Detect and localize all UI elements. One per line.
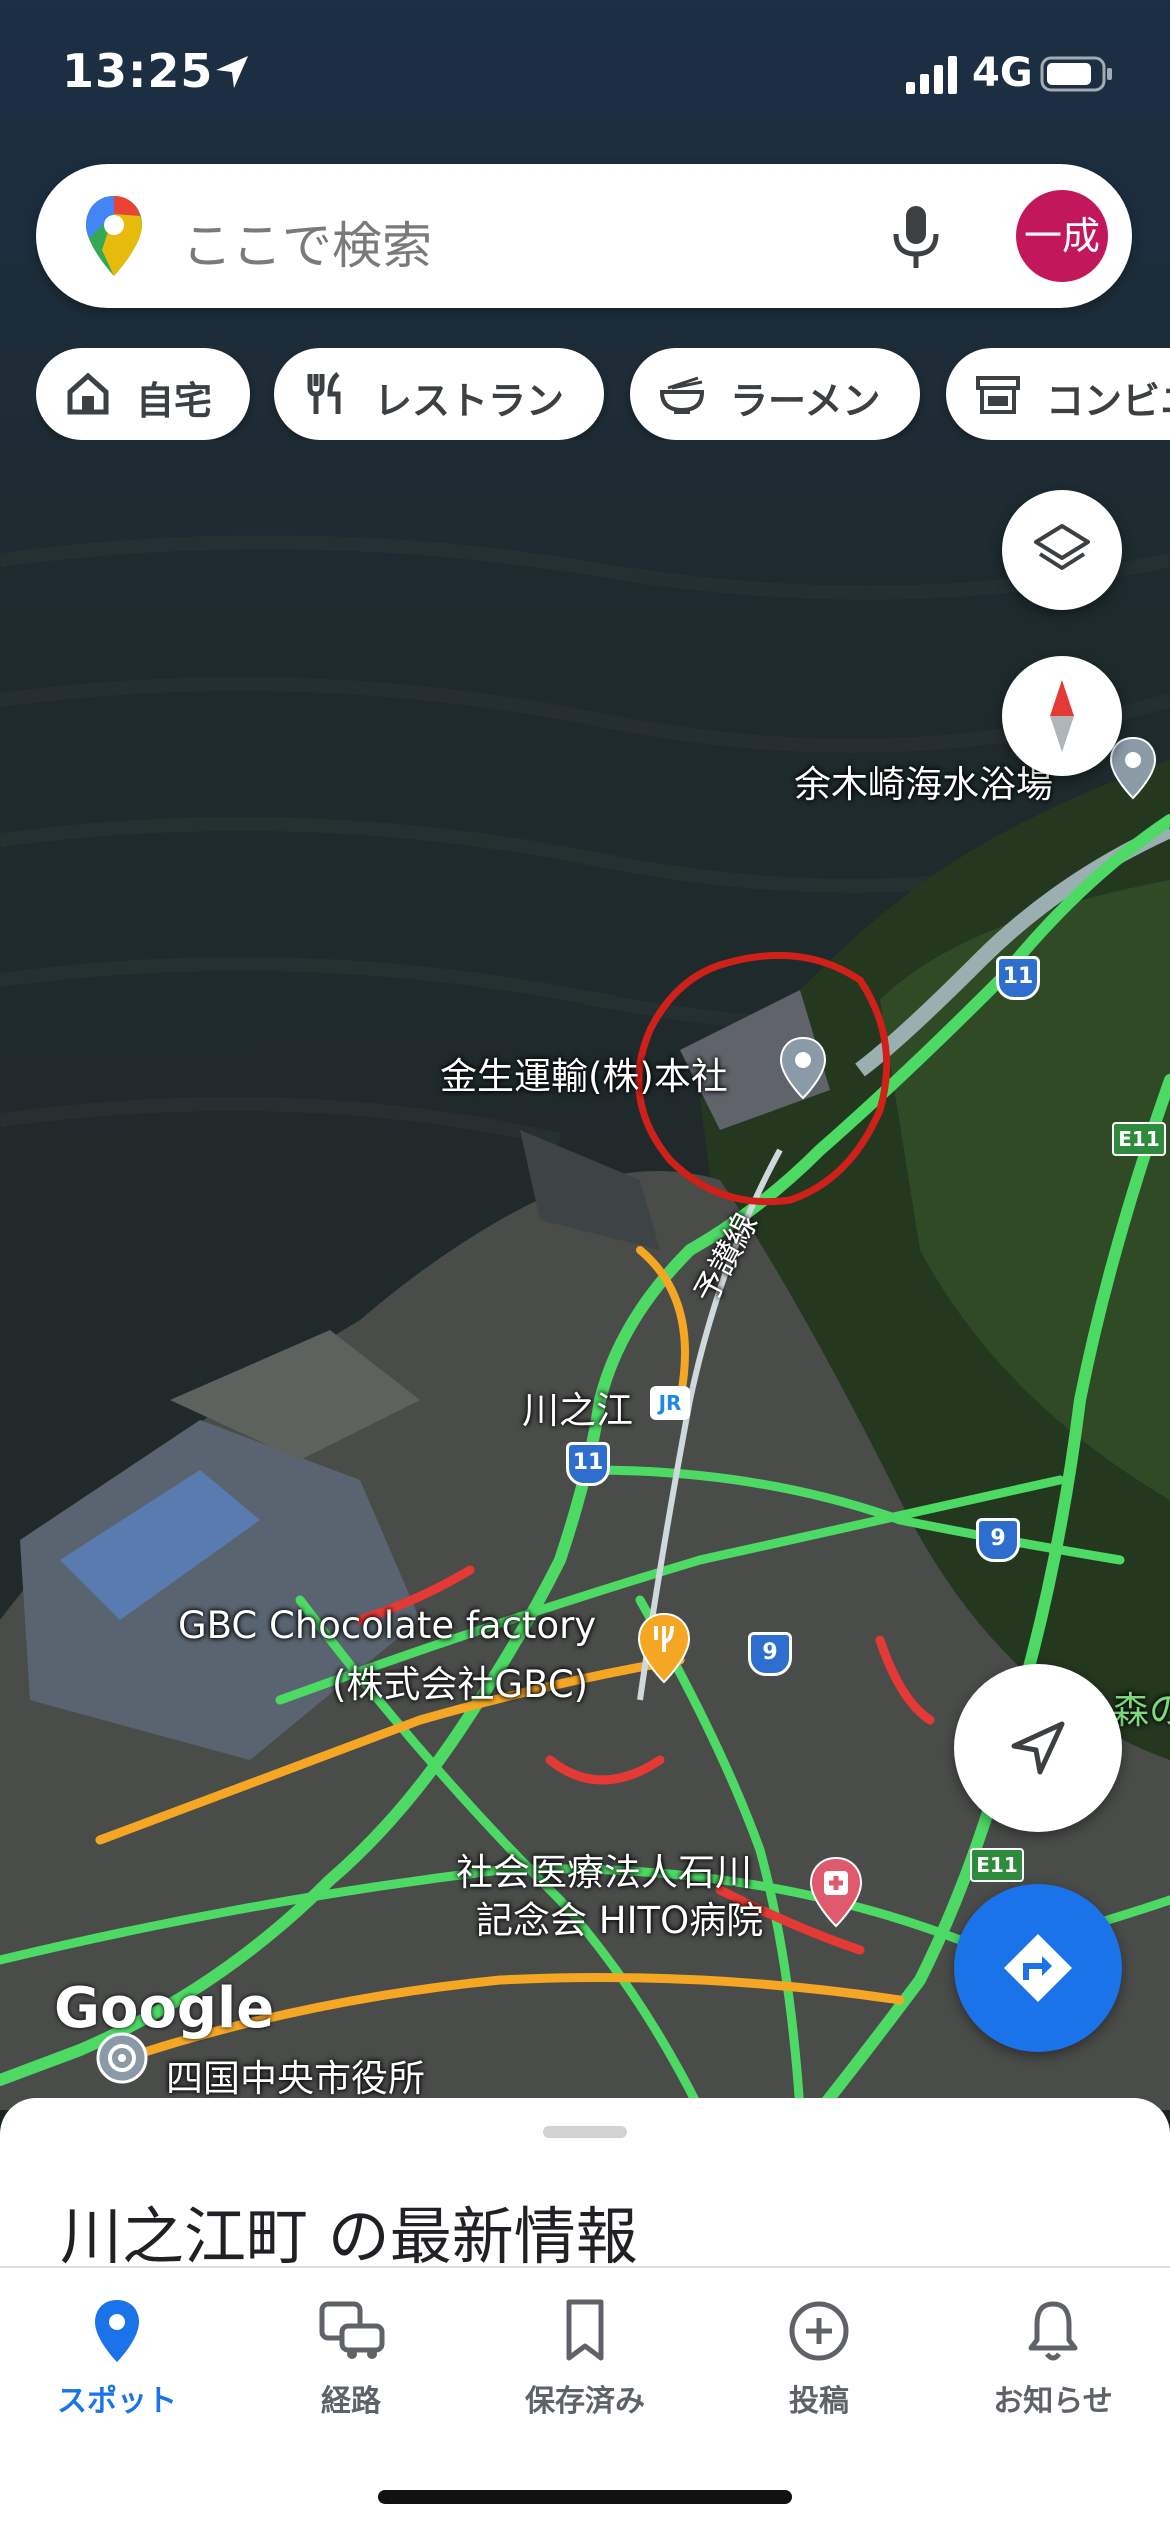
google-maps-logo-icon xyxy=(86,196,142,276)
bell-icon xyxy=(1028,2301,1078,2361)
bottom-sheet[interactable]: 川之江町 の最新情報 xyxy=(0,2098,1170,2273)
nav-label: スポット xyxy=(57,2384,177,2419)
chip-convenience-store[interactable]: コンビニ xyxy=(946,348,1170,440)
ramen-icon xyxy=(659,376,705,414)
layers-button[interactable] xyxy=(1002,490,1122,610)
expressway-e11-shield: E11 xyxy=(970,1848,1024,1882)
home-icon xyxy=(67,372,109,415)
compass-button[interactable] xyxy=(1002,656,1122,776)
home-indicator[interactable] xyxy=(378,2490,792,2504)
hospital-label[interactable]: 社会医療法人石川 xyxy=(456,1842,752,1896)
commute-icon xyxy=(319,2301,385,2359)
google-logo: Google xyxy=(54,1976,275,2041)
company-label[interactable]: 金生運輸(株)本社 xyxy=(440,1046,728,1100)
network-type: 4G xyxy=(972,50,1033,96)
hospital-sublabel[interactable]: 記念会 HITO病院 xyxy=(476,1890,763,1944)
restaurant-icon xyxy=(307,372,341,414)
search-input[interactable]: ここで検索 xyxy=(182,206,432,278)
company-pin-icon[interactable] xyxy=(778,1036,828,1100)
nav-label: 保存済み xyxy=(525,2384,645,2419)
route-11-shield: 11 xyxy=(996,956,1040,1000)
bookmark-icon xyxy=(566,2299,604,2361)
chip-ramen[interactable]: ラーメン xyxy=(630,348,920,440)
chip-restaurant[interactable]: レストラン xyxy=(274,348,604,440)
expressway-e11-shield: E11 xyxy=(1112,1122,1166,1156)
my-location-button[interactable] xyxy=(954,1664,1122,1832)
hospital-pin-icon[interactable] xyxy=(808,1856,864,1928)
nav-updates[interactable]: お知らせ xyxy=(936,2296,1170,2420)
beach-pin-icon[interactable] xyxy=(1108,736,1158,800)
nav-label: お知らせ xyxy=(993,2384,1113,2419)
route-9-shield: 9 xyxy=(976,1518,1020,1562)
cafe-pin-icon[interactable] xyxy=(636,1612,692,1684)
route-11-shield: 11 xyxy=(566,1442,610,1486)
nav-label: 経路 xyxy=(321,2384,381,2419)
chip-label: ラーメン xyxy=(730,379,881,423)
station-label[interactable]: 川之江 xyxy=(522,1380,633,1434)
nav-contribute[interactable]: 投稿 xyxy=(702,2296,936,2420)
microphone-icon[interactable] xyxy=(886,202,946,272)
navigation-arrow-icon xyxy=(1011,1721,1065,1775)
layers-icon xyxy=(1034,524,1090,570)
location-arrow-icon xyxy=(216,56,248,88)
nav-saved[interactable]: 保存済み xyxy=(468,2296,702,2420)
beach-label[interactable]: 余木崎海水浴場 xyxy=(794,754,1053,808)
sheet-drag-handle[interactable] xyxy=(543,2126,627,2138)
chocolate-factory-label[interactable]: GBC Chocolate factory xyxy=(178,1604,596,1647)
directions-icon xyxy=(1004,1934,1072,2002)
sheet-title: 川之江町 の最新情報 xyxy=(60,2200,638,2273)
add-circle-icon xyxy=(789,2301,849,2361)
chip-label: レストラン xyxy=(374,379,565,423)
category-chips: 自宅 レストラン ラーメン コンビニ xyxy=(36,348,1170,440)
directions-button[interactable] xyxy=(954,1884,1122,2052)
chocolate-factory-sublabel[interactable]: (株式会社GBC) xyxy=(332,1654,588,1708)
store-icon xyxy=(976,376,1020,414)
account-avatar[interactable]: 一成 xyxy=(1016,190,1108,282)
nav-label: 投稿 xyxy=(789,2384,849,2419)
compass-icon xyxy=(1050,680,1074,752)
route-9-shield: 9 xyxy=(748,1632,792,1676)
chip-home[interactable]: 自宅 xyxy=(36,348,250,440)
place-pin-icon xyxy=(95,2300,139,2362)
jr-station-badge[interactable]: JR xyxy=(650,1386,690,1420)
city-hall-label[interactable]: 四国中央市役所 xyxy=(166,2048,425,2102)
battery-icon xyxy=(1040,56,1112,92)
nav-commute[interactable]: 経路 xyxy=(234,2296,468,2420)
search-bar[interactable]: ここで検索 一成 xyxy=(36,164,1132,308)
chip-label: 自宅 xyxy=(136,379,213,423)
forest-label: 森の xyxy=(1112,1689,1170,1732)
chip-label: コンビニ xyxy=(1046,379,1170,423)
cellular-signal-icon xyxy=(906,56,957,94)
status-time: 13:25 xyxy=(62,44,214,98)
status-bar: 13:25 4G xyxy=(0,0,1170,150)
nav-explore[interactable]: スポット xyxy=(0,2296,234,2420)
